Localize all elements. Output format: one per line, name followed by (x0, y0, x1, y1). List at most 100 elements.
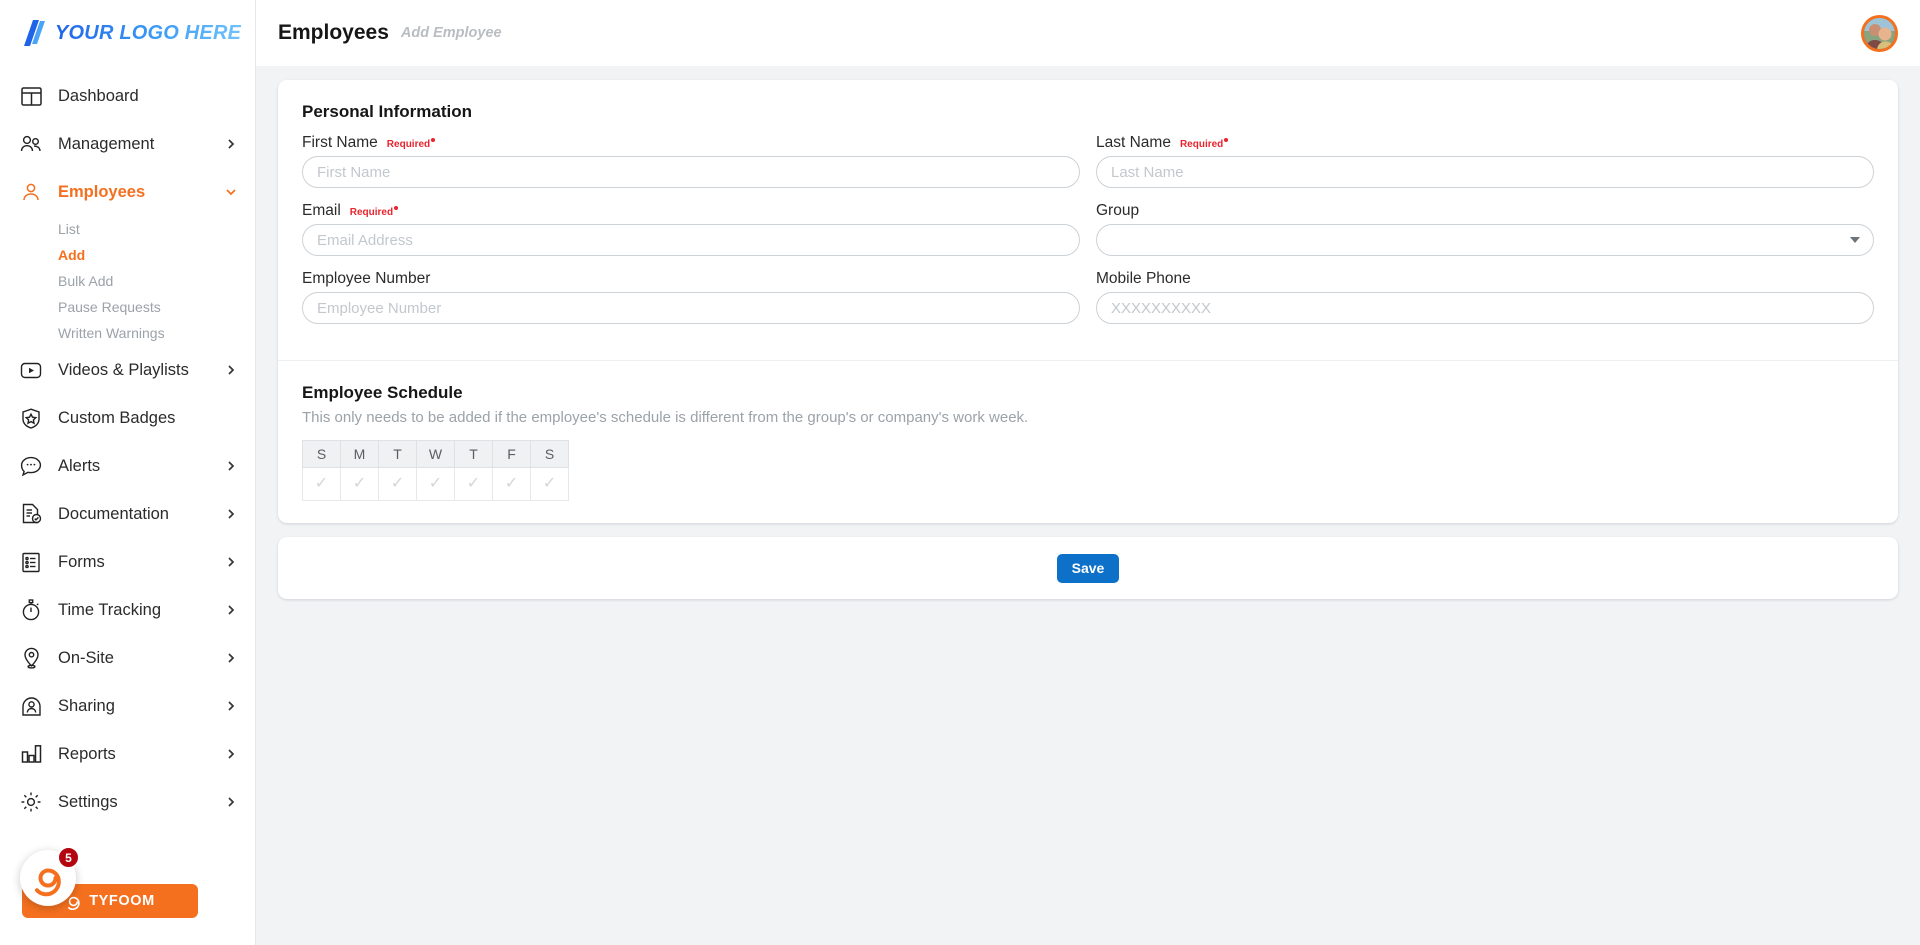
chevron-right-icon (225, 556, 237, 568)
chat-bubble-icon (18, 453, 44, 479)
chevron-right-icon (225, 700, 237, 712)
field-label-row: Last Name Required (1096, 134, 1874, 156)
day-header-monday: M (340, 440, 379, 468)
chevron-right-icon (225, 796, 237, 808)
sidebar-item-sharing[interactable]: Sharing (0, 682, 255, 730)
users-group-icon (18, 131, 44, 157)
document-check-icon (18, 501, 44, 527)
check-icon: ✓ (504, 475, 519, 492)
sidebar-item-videos-playlists[interactable]: Videos & Playlists (0, 346, 255, 394)
required-marker: Required (1180, 138, 1229, 150)
field-label: Mobile Phone (1096, 270, 1191, 287)
gear-icon (18, 789, 44, 815)
day-checkbox-tuesday[interactable]: ✓ (378, 467, 417, 501)
brand-logo[interactable]: YOUR LOGO HERE (0, 0, 255, 66)
page-content: Personal Information First Name Required (256, 66, 1920, 945)
sidebar-item-forms[interactable]: Forms (0, 538, 255, 586)
field-first-name: First Name Required (302, 134, 1080, 188)
day-header-saturday: S (530, 440, 569, 468)
sidebar-item-alerts[interactable]: Alerts (0, 442, 255, 490)
field-label-row: First Name Required (302, 134, 1080, 156)
bar-chart-icon (18, 741, 44, 767)
section-title-employee-schedule: Employee Schedule (302, 383, 463, 402)
sidebar-item-label: Management (58, 134, 155, 153)
day-header-thursday: T (454, 440, 493, 468)
sidebar-item-employees[interactable]: Employees (0, 168, 255, 216)
chevron-right-icon (225, 364, 237, 376)
day-checkbox-wednesday[interactable]: ✓ (416, 467, 455, 501)
field-label-row: Email Required (302, 202, 1080, 224)
day-header-tuesday: T (378, 440, 417, 468)
section-title-personal-information: Personal Information (302, 102, 473, 121)
sidebar-item-documentation[interactable]: Documentation (0, 490, 255, 538)
employee-number-input[interactable] (302, 292, 1080, 324)
email-input[interactable] (302, 224, 1080, 256)
sidebar-item-add[interactable]: Add (0, 242, 255, 268)
sidebar-item-custom-badges[interactable]: Custom Badges (0, 394, 255, 442)
sidebar-item-list[interactable]: List (0, 216, 255, 242)
required-marker: Required (387, 138, 436, 150)
chevron-right-icon (225, 748, 237, 760)
tyfoom-launcher[interactable]: 5 (20, 846, 80, 906)
field-label-row: Employee Number (302, 270, 1080, 292)
sidebar-item-label: Custom Badges (58, 408, 176, 427)
app-root: YOUR LOGO HERE Dashboard Management Empl… (0, 0, 1920, 945)
sidebar-item-pause-requests[interactable]: Pause Requests (0, 294, 255, 320)
field-label: Group (1096, 202, 1140, 219)
video-play-icon (18, 357, 44, 383)
sidebar-item-on-site[interactable]: On-Site (0, 634, 255, 682)
tyfoom-widget: TYFOOM 5 (20, 846, 198, 918)
day-checkbox-monday[interactable]: ✓ (340, 467, 379, 501)
sidebar-item-management[interactable]: Management (0, 120, 255, 168)
day-checkbox-thursday[interactable]: ✓ (454, 467, 493, 501)
check-icon: ✓ (466, 475, 481, 492)
form-list-icon (18, 549, 44, 575)
sidebar-item-dashboard[interactable]: Dashboard (0, 72, 255, 120)
sidebar-item-label: Reports (58, 744, 116, 763)
sidebar-item-time-tracking[interactable]: Time Tracking (0, 586, 255, 634)
field-label: Email (302, 202, 341, 219)
day-header-wednesday: W (416, 440, 455, 468)
chevron-right-icon (225, 508, 237, 520)
sidebar-item-reports[interactable]: Reports (0, 730, 255, 778)
day-checkbox-saturday[interactable]: ✓ (530, 467, 569, 501)
group-select[interactable] (1096, 224, 1874, 256)
field-email: Email Required (302, 202, 1080, 256)
sidebar-item-bulk-add[interactable]: Bulk Add (0, 268, 255, 294)
avatar[interactable] (1861, 14, 1898, 52)
sidebar-item-settings[interactable]: Settings (0, 778, 255, 826)
mobile-phone-input[interactable] (1096, 292, 1874, 324)
chevron-right-icon (225, 460, 237, 472)
sidebar-item-label: Settings (58, 792, 118, 811)
sidebar-item-label: Documentation (58, 504, 169, 523)
field-label-row: Group (1096, 202, 1874, 224)
check-icon: ✓ (428, 475, 443, 492)
day-checkbox-row: ✓ ✓ ✓ ✓ ✓ ✓ ✓ (302, 467, 569, 501)
field-group: Group (1096, 202, 1874, 256)
save-card: Save (278, 537, 1898, 599)
personal-information-section: Personal Information First Name Required (278, 80, 1898, 360)
first-name-input[interactable] (302, 156, 1080, 188)
day-checkbox-sunday[interactable]: ✓ (302, 467, 341, 501)
shield-star-icon (18, 405, 44, 431)
sidebar-subnav-employees: List Add Bulk Add Pause Requests Written… (0, 216, 255, 346)
slash-logo-icon (22, 18, 48, 48)
check-icon: ✓ (390, 475, 405, 492)
field-label: Last Name (1096, 134, 1171, 151)
page-subtitle: Add Employee (400, 25, 502, 41)
field-label: First Name (302, 134, 378, 151)
check-icon: ✓ (314, 475, 329, 492)
personal-information-grid: First Name Required Last Name Required (302, 134, 1874, 338)
field-label: Employee Number (302, 270, 431, 287)
sidebar-item-label: On-Site (58, 648, 114, 667)
schedule-day-table: S M T W T F S ✓ ✓ ✓ ✓ ✓ ✓ ✓ (302, 440, 569, 501)
required-marker: Required (350, 206, 399, 218)
last-name-input[interactable] (1096, 156, 1874, 188)
chevron-right-icon (225, 652, 237, 664)
save-button[interactable]: Save (1056, 553, 1120, 583)
day-checkbox-friday[interactable]: ✓ (492, 467, 531, 501)
chevron-right-icon (225, 604, 237, 616)
sidebar-item-written-warnings[interactable]: Written Warnings (0, 320, 255, 346)
day-header-sunday: S (302, 440, 341, 468)
page-title: Employees (278, 21, 389, 44)
